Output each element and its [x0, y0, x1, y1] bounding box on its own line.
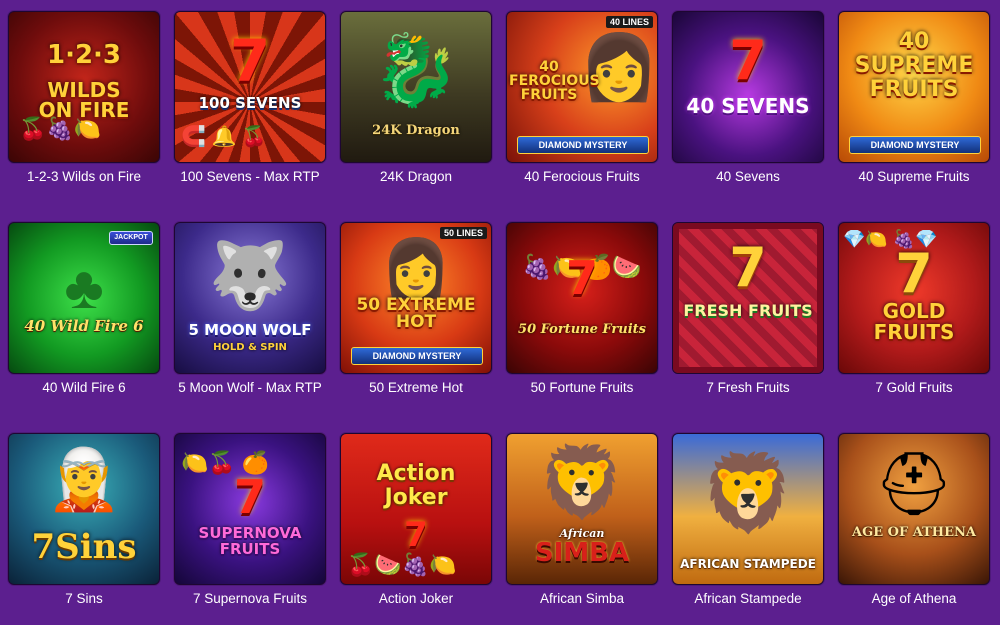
game-thumbnail[interactable]: 7 100 SEVENS 🧲 🔔 🍒: [174, 11, 326, 163]
seven-symbol: 7: [229, 27, 271, 95]
game-tile-african-simba[interactable]: 🦁 African SIMBA African Simba: [506, 433, 658, 623]
thumbnail-logo-text: 50 Fortune Fruits: [518, 322, 646, 337]
game-title[interactable]: Action Joker: [340, 591, 492, 606]
game-thumbnail[interactable]: 1·2·3 WILDS ON FIRE 🍒🍇🍋: [8, 11, 160, 163]
game-thumbnail[interactable]: ⛑ AGE OF ATHENA: [838, 433, 990, 585]
thumbnail-logo-subtext: HOLD & SPIN: [213, 342, 287, 353]
game-tile-5-moon-wolf[interactable]: 🐺 5 MOON WOLF HOLD & SPIN 5 Moon Wolf - …: [174, 222, 326, 412]
seven-symbol: 7: [233, 470, 266, 524]
seven-symbol: 7: [404, 515, 428, 555]
thumbnail-logo-text: 5 MOON WOLF: [188, 321, 312, 339]
thumbnail-logo-text: 40 FEROCIOUS FRUITS: [509, 59, 600, 103]
thumbnail-logo-text: 100 SEVENS: [198, 94, 302, 112]
dragon-icon: 🐉: [372, 31, 460, 109]
jackpot-badge: JACKPOT: [109, 231, 153, 245]
diamond-mystery-banner: DIAMOND MYSTERY: [351, 347, 483, 365]
game-tile-40-wild-fire-6[interactable]: JACKPOT ♣ 40 Wild Fire 6 40 Wild Fire 6: [8, 222, 160, 412]
thumbnail-logo-text: 50 EXTREME HOT: [356, 295, 476, 332]
fruit-icons: 🍒🍉🍇🍋: [347, 552, 457, 577]
diamond-mystery-banner: DIAMOND MYSTERY: [849, 136, 981, 154]
game-thumbnail[interactable]: 🦁 AFRICAN STAMPEDE: [672, 433, 824, 585]
game-title[interactable]: 7 Gold Fruits: [838, 380, 990, 395]
game-thumbnail[interactable]: 7 FRESH FRUITS: [672, 222, 824, 374]
game-title[interactable]: 50 Extreme Hot: [340, 380, 492, 395]
thumbnail-logo-text: 40 SUPREME FRUITS: [854, 29, 974, 103]
clover-icon: ♣: [64, 254, 104, 321]
game-title[interactable]: 40 Wild Fire 6: [8, 380, 160, 395]
game-tile-1-2-3-wilds-on-fire[interactable]: 1·2·3 WILDS ON FIRE 🍒🍇🍋 1-2-3 Wilds on F…: [8, 11, 160, 201]
lines-badge: 40 LINES: [605, 16, 653, 28]
thumbnail-logo-text: Action Joker: [376, 461, 456, 511]
thumbnail-logo-text: AGE OF ATHENA: [852, 525, 976, 540]
game-title[interactable]: 7 Fresh Fruits: [672, 380, 824, 395]
game-thumbnail[interactable]: 🧝 7Sins: [8, 433, 160, 585]
seven-symbol: 7: [729, 236, 767, 299]
game-tile-7-gold-fruits[interactable]: 💎🍋 🍇💎 7 GOLD FRUITS 7 Gold Fruits: [838, 222, 990, 412]
thumbnail-logo-text: 40 SEVENS: [686, 94, 810, 118]
game-tile-age-of-athena[interactable]: ⛑ AGE OF ATHENA Age of Athena: [838, 433, 990, 623]
game-tile-40-supreme-fruits[interactable]: 40 SUPREME FRUITS DIAMOND MYSTERY 40 Sup…: [838, 11, 990, 201]
game-title[interactable]: 7 Sins: [8, 591, 160, 606]
thumbnail-logo-text: 7Sins: [31, 527, 137, 567]
game-title[interactable]: 24K Dragon: [340, 169, 492, 184]
seven-symbol: 7: [729, 29, 767, 92]
game-title[interactable]: African Stampede: [672, 591, 824, 606]
game-tile-40-sevens[interactable]: 7 40 SEVENS 40 Sevens: [672, 11, 824, 201]
game-thumbnail[interactable]: 7 40 SEVENS: [672, 11, 824, 163]
game-title[interactable]: 40 Sevens: [672, 169, 824, 184]
game-thumbnail[interactable]: 50 LINES 👩 50 EXTREME HOT DIAMOND MYSTER…: [340, 222, 492, 374]
game-thumbnail[interactable]: 🍇🍋🍊🍉 7 50 Fortune Fruits: [506, 222, 658, 374]
thumbnail-logo-text: SUPERNOVA FRUITS: [198, 524, 302, 558]
athena-helmet-icon: ⛑: [874, 450, 954, 519]
lion-icon: 🦁: [538, 443, 626, 521]
thumbnail-logo-text: 24K Dragon: [372, 123, 460, 138]
game-thumbnail[interactable]: Action Joker 7 🍒🍉🍇🍋: [340, 433, 492, 585]
character-woman-icon: 👩: [579, 31, 658, 103]
game-title[interactable]: 100 Sevens - Max RTP: [174, 169, 326, 184]
thumbnail-logo-text: 40 Wild Fire 6: [24, 317, 144, 335]
horseshoe-bell-icons: 🧲 🔔 🍒: [181, 126, 267, 148]
game-tile-24k-dragon[interactable]: 🐉 24K Dragon 24K Dragon: [340, 11, 492, 201]
game-title[interactable]: 1-2-3 Wilds on Fire: [8, 169, 160, 184]
game-thumbnail[interactable]: 🐉 24K Dragon: [340, 11, 492, 163]
game-tile-7-fresh-fruits[interactable]: 7 FRESH FRUITS 7 Fresh Fruits: [672, 222, 824, 412]
game-tile-100-sevens[interactable]: 7 100 SEVENS 🧲 🔔 🍒 100 Sevens - Max RTP: [174, 11, 326, 201]
game-tile-50-extreme-hot[interactable]: 50 LINES 👩 50 EXTREME HOT DIAMOND MYSTER…: [340, 222, 492, 412]
game-thumbnail[interactable]: JACKPOT ♣ 40 Wild Fire 6: [8, 222, 160, 374]
game-thumbnail[interactable]: 💎🍋 🍇💎 7 GOLD FRUITS: [838, 222, 990, 374]
diamond-mystery-banner: DIAMOND MYSTERY: [517, 136, 649, 154]
character-woman-icon: 👩: [381, 236, 451, 299]
thumbnail-logo-text: SIMBA: [534, 538, 630, 568]
game-thumbnail[interactable]: 🐺 5 MOON WOLF HOLD & SPIN: [174, 222, 326, 374]
game-title[interactable]: 40 Supreme Fruits: [838, 169, 990, 184]
game-tile-40-ferocious-fruits[interactable]: 40 LINES 👩 40 FEROCIOUS FRUITS DIAMOND M…: [506, 11, 658, 201]
seven-symbol: 7: [895, 242, 933, 305]
game-tile-african-stampede[interactable]: 🦁 AFRICAN STAMPEDE African Stampede: [672, 433, 824, 623]
game-title[interactable]: African Simba: [506, 591, 658, 606]
thumbnail-logo-subtext: WILDS ON FIRE: [38, 78, 130, 122]
game-tile-50-fortune-fruits[interactable]: 🍇🍋🍊🍉 7 50 Fortune Fruits 50 Fortune Frui…: [506, 222, 658, 412]
thumbnail-logo-text: FRESH FRUITS: [683, 301, 813, 320]
seven-symbol: 7: [565, 251, 598, 305]
thumbnail-logo-text: GOLD FRUITS: [873, 299, 955, 344]
game-tile-action-joker[interactable]: Action Joker 7 🍒🍉🍇🍋 Action Joker: [340, 433, 492, 623]
game-title[interactable]: 7 Supernova Fruits: [174, 591, 326, 606]
game-title[interactable]: 50 Fortune Fruits: [506, 380, 658, 395]
game-title[interactable]: 5 Moon Wolf - Max RTP: [174, 380, 326, 395]
game-title[interactable]: Age of Athena: [838, 591, 990, 606]
game-thumbnail[interactable]: 40 LINES 👩 40 FEROCIOUS FRUITS DIAMOND M…: [506, 11, 658, 163]
character-woman-icon: 🧝: [46, 446, 122, 513]
game-grid: 1·2·3 WILDS ON FIRE 🍒🍇🍋 1-2-3 Wilds on F…: [0, 0, 1000, 625]
game-tile-7-supernova-fruits[interactable]: 🍋🍒 🍊 7 SUPERNOVA FRUITS 7 Supernova Frui…: [174, 433, 326, 623]
game-thumbnail[interactable]: 🍋🍒 🍊 7 SUPERNOVA FRUITS: [174, 433, 326, 585]
game-thumbnail[interactable]: 🦁 African SIMBA: [506, 433, 658, 585]
lion-icon: 🦁: [700, 451, 796, 536]
thumbnail-logo-text: AFRICAN STAMPEDE: [680, 557, 816, 571]
game-tile-7-sins[interactable]: 🧝 7Sins 7 Sins: [8, 433, 160, 623]
fruit-icons: 🍒🍇🍋: [19, 116, 102, 141]
game-title[interactable]: 40 Ferocious Fruits: [506, 169, 658, 184]
thumbnail-logo-text: 1·2·3: [46, 40, 122, 70]
game-thumbnail[interactable]: 40 SUPREME FRUITS DIAMOND MYSTERY: [838, 11, 990, 163]
wolf-icon: 🐺: [208, 238, 292, 312]
